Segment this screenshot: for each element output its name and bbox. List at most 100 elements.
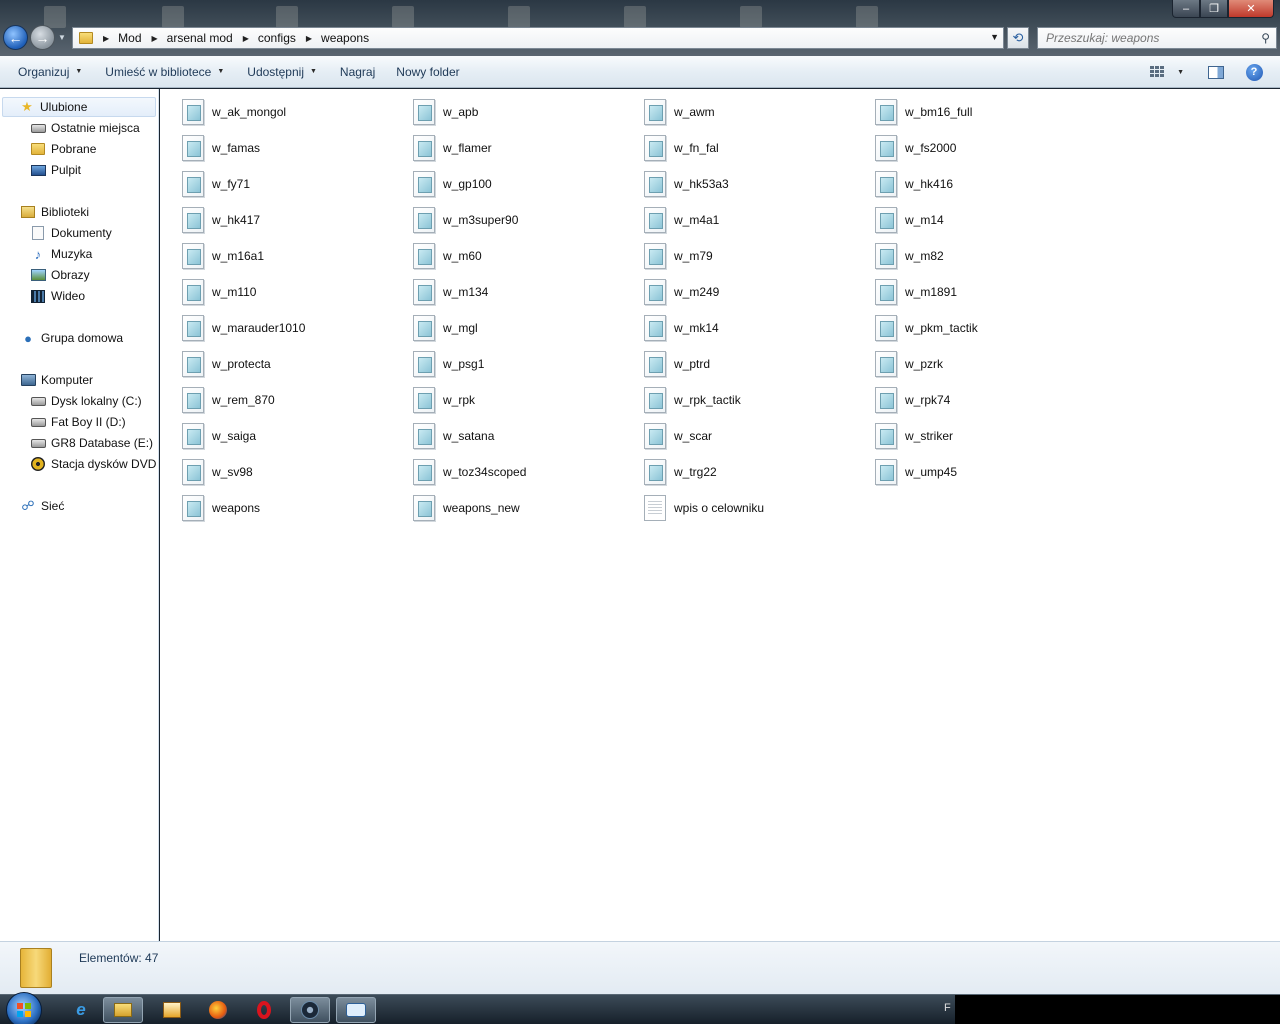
file-item[interactable]: w_m60 <box>413 241 482 271</box>
nav-recent-places[interactable]: Ostatnie miejsca <box>30 118 140 138</box>
nav-homegroup[interactable]: ● Grupa domowa <box>20 328 123 348</box>
nav-drive-c[interactable]: Dysk lokalny (C:) <box>30 391 142 411</box>
file-item[interactable]: w_m79 <box>644 241 713 271</box>
nav-drive-d[interactable]: Fat Boy II (D:) <box>30 412 126 432</box>
nav-computer[interactable]: Komputer <box>20 370 93 390</box>
file-item[interactable]: w_m16a1 <box>182 241 264 271</box>
share-button[interactable]: Udostępnij ▼ <box>238 60 326 84</box>
file-item[interactable]: w_rpk74 <box>875 385 950 415</box>
taskbar-opera[interactable] <box>244 997 284 1023</box>
file-item[interactable]: w_mgl <box>413 313 478 343</box>
file-item[interactable]: w_sv98 <box>182 457 253 487</box>
breadcrumb-configs[interactable]: configs <box>258 31 296 45</box>
view-options-dropdown[interactable]: ▼ <box>1177 69 1184 76</box>
taskbar-steam[interactable] <box>290 997 330 1023</box>
nav-downloads[interactable]: Pobrane <box>30 139 96 159</box>
chevron-right-icon[interactable]: ▶ <box>243 34 249 43</box>
taskbar-windows-explorer[interactable] <box>103 997 143 1023</box>
file-item[interactable]: w_awm <box>644 97 715 127</box>
file-item[interactable]: w_apb <box>413 97 478 127</box>
file-item[interactable]: w_fs2000 <box>875 133 956 163</box>
taskbar-media-player[interactable] <box>152 997 192 1023</box>
minimize-button[interactable]: – <box>1172 0 1200 18</box>
burn-button[interactable]: Nagraj <box>331 60 384 84</box>
file-item[interactable]: w_toz34scoped <box>413 457 526 487</box>
recent-pages-dropdown[interactable]: ▼ <box>58 33 66 42</box>
file-item[interactable]: w_m82 <box>875 241 944 271</box>
chevron-right-icon[interactable]: ▶ <box>103 34 109 43</box>
file-item[interactable]: w_hk416 <box>875 169 953 199</box>
file-item[interactable]: w_mk14 <box>644 313 719 343</box>
taskbar-internet-explorer[interactable]: e <box>61 997 101 1023</box>
file-item[interactable]: wpis o celowniku <box>644 493 764 523</box>
file-item[interactable]: w_rpk_tactik <box>644 385 741 415</box>
file-item[interactable]: w_ump45 <box>875 457 957 487</box>
file-item[interactable]: w_fn_fal <box>644 133 719 163</box>
nav-desktop[interactable]: Pulpit <box>30 160 81 180</box>
chevron-right-icon[interactable]: ▶ <box>152 34 158 43</box>
organize-button[interactable]: Organizuj ▼ <box>9 60 91 84</box>
maximize-button[interactable]: ❐ <box>1200 0 1228 18</box>
search-icon[interactable]: ⚲ <box>1261 31 1270 45</box>
back-button[interactable]: ← <box>3 25 28 50</box>
file-item[interactable]: w_trg22 <box>644 457 717 487</box>
file-item[interactable]: w_saiga <box>182 421 256 451</box>
nav-documents[interactable]: Dokumenty <box>30 223 112 243</box>
file-item[interactable]: w_fy71 <box>182 169 250 199</box>
file-item[interactable]: w_rem_870 <box>182 385 275 415</box>
file-item[interactable]: w_m249 <box>644 277 719 307</box>
nav-libraries[interactable]: Biblioteki <box>20 202 89 222</box>
file-item[interactable]: w_marauder1010 <box>182 313 305 343</box>
file-item[interactable]: w_hk53a3 <box>644 169 729 199</box>
file-item[interactable]: w_ak_mongol <box>182 97 286 127</box>
taskbar-messenger[interactable] <box>336 997 376 1023</box>
start-button[interactable] <box>6 992 42 1024</box>
nav-network[interactable]: ☍ Sieć <box>20 496 64 516</box>
search-box[interactable]: ⚲ <box>1037 27 1277 49</box>
file-item[interactable]: w_striker <box>875 421 953 451</box>
file-item[interactable]: w_m1891 <box>875 277 957 307</box>
new-folder-button[interactable]: Nowy folder <box>387 60 468 84</box>
breadcrumb-weapons[interactable]: weapons <box>321 31 369 45</box>
nav-drive-e[interactable]: GR8 Database (E:) <box>30 433 153 453</box>
address-bar[interactable]: ▶ Mod ▶ arsenal mod ▶ configs ▶ weapons ▼ <box>72 27 1004 49</box>
help-button[interactable]: ? <box>1240 60 1268 84</box>
file-item[interactable]: w_m14 <box>875 205 944 235</box>
file-item[interactable]: w_bm16_full <box>875 97 972 127</box>
file-item[interactable]: w_psg1 <box>413 349 484 379</box>
forward-button[interactable]: → <box>30 25 55 50</box>
taskbar-firefox[interactable] <box>198 997 238 1023</box>
nav-music[interactable]: ♪ Muzyka <box>30 244 93 264</box>
refresh-button[interactable]: ⟲ <box>1007 27 1029 49</box>
file-item[interactable]: w_pkm_tactik <box>875 313 978 343</box>
file-item[interactable]: weapons <box>182 493 260 523</box>
file-item[interactable]: w_scar <box>644 421 712 451</box>
search-input[interactable] <box>1038 31 1248 45</box>
file-item[interactable]: w_rpk <box>413 385 475 415</box>
file-item[interactable]: w_pzrk <box>875 349 943 379</box>
nav-videos[interactable]: Wideo <box>30 286 85 306</box>
chevron-right-icon[interactable]: ▶ <box>306 34 312 43</box>
nav-pictures[interactable]: Obrazy <box>30 265 90 285</box>
file-item[interactable]: w_m4a1 <box>644 205 719 235</box>
file-item[interactable]: w_m134 <box>413 277 488 307</box>
file-item[interactable]: w_m110 <box>182 277 256 307</box>
change-view-button[interactable] <box>1143 60 1171 84</box>
breadcrumb-arsenal-mod[interactable]: arsenal mod <box>167 31 233 45</box>
nav-favorites[interactable]: ★ Ulubione <box>2 97 156 117</box>
address-dropdown-icon[interactable]: ▼ <box>990 32 999 42</box>
file-item[interactable]: w_m3super90 <box>413 205 518 235</box>
file-item[interactable]: w_ptrd <box>644 349 710 379</box>
file-item[interactable]: w_flamer <box>413 133 492 163</box>
breadcrumb-mod[interactable]: Mod <box>118 31 141 45</box>
file-item[interactable]: w_satana <box>413 421 494 451</box>
include-in-library-button[interactable]: Umieść w bibliotece ▼ <box>96 60 233 84</box>
file-item[interactable]: w_famas <box>182 133 260 163</box>
nav-dvd-drive[interactable]: Stacja dysków DVD F <box>30 454 158 474</box>
preview-pane-button[interactable] <box>1202 60 1230 84</box>
file-item[interactable]: w_gp100 <box>413 169 492 199</box>
file-item[interactable]: w_protecta <box>182 349 271 379</box>
close-button[interactable]: ✕ <box>1228 0 1274 18</box>
file-item[interactable]: w_hk417 <box>182 205 260 235</box>
file-item[interactable]: weapons_new <box>413 493 520 523</box>
